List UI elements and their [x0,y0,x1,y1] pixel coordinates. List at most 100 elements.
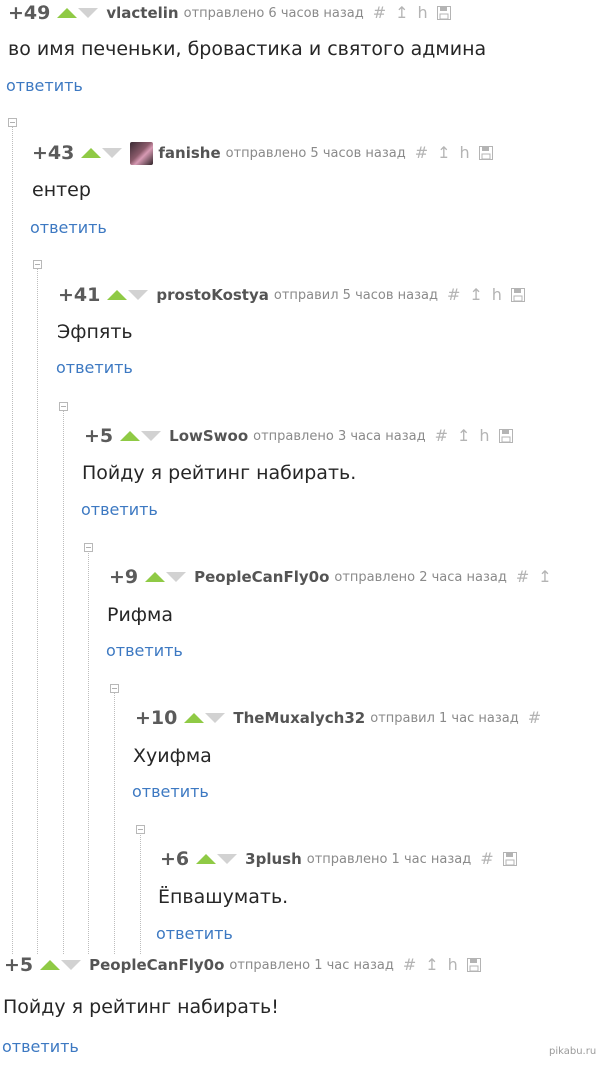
comment-header: +9 PeopleCanFly0o отправлено 2 часа наза… [109,564,598,590]
thread-line [12,124,13,954]
comment-header: +5 LowSwoo отправлено 3 часа назад # ↥ h [84,423,598,449]
comment-rating: +49 [8,2,51,24]
hash-icon[interactable]: # [528,710,541,726]
comment-meta: отправлено 5 часов назад [225,145,406,161]
collapse-toggle[interactable] [136,825,145,834]
comment-author[interactable]: PeopleCanFly0o [194,568,329,586]
hash-icon[interactable]: # [435,428,448,444]
comment-rating: +9 [109,566,139,588]
hash-icon[interactable]: # [403,957,416,973]
vote-down-icon[interactable] [128,290,149,300]
vote-up-icon[interactable] [120,431,141,441]
comment-header: +5 PeopleCanFly0o отправлено 1 час назад… [4,952,598,978]
comment-rating: +6 [160,848,190,870]
collapse-toggle[interactable] [33,260,42,269]
reply-link[interactable]: ответить [2,1037,79,1056]
hash-icon[interactable]: # [447,287,460,303]
vote-down-icon[interactable] [141,431,162,441]
branch-icon[interactable]: h [492,287,502,303]
vote-down-icon[interactable] [78,8,99,18]
comment-meta: отправил 5 часов назад [273,287,438,303]
comment-text: Хуифма [133,745,212,767]
vote-up-icon[interactable] [145,572,166,582]
save-icon[interactable] [502,852,517,866]
collapse-toggle[interactable] [8,118,17,127]
hash-icon[interactable]: # [373,5,386,21]
arrow-up-icon[interactable]: ↥ [437,145,450,161]
comment-meta: отправлено 3 часа назад [253,428,426,444]
comment-rating: +5 [84,425,114,447]
save-icon[interactable] [436,6,451,20]
thread-line [88,549,89,954]
arrow-up-icon[interactable]: ↥ [425,957,438,973]
collapse-toggle[interactable] [84,543,93,552]
save-icon[interactable] [498,429,513,443]
thread-line [114,690,115,954]
comment-meta: отправлено 1 час назад [229,957,394,973]
comment-author[interactable]: fanishe [158,144,220,162]
save-icon[interactable] [466,958,481,972]
arrow-up-icon[interactable]: ↥ [457,428,470,444]
collapse-toggle[interactable] [110,684,119,693]
watermark: pikabu.ru [549,1046,597,1057]
comment-header: +41 prostoKostya отправил 5 часов назад … [58,282,598,308]
comment-actions: # ↥ [516,569,552,585]
thread-line [63,408,64,954]
avatar[interactable] [130,141,154,165]
reply-link[interactable]: ответить [30,218,107,237]
branch-icon[interactable]: h [448,957,458,973]
vote-up-icon[interactable] [57,8,78,18]
comment-text: Пойду я рейтинг набирать! [3,996,279,1018]
reply-link[interactable]: ответить [156,924,233,943]
comment-actions: # ↥ h [447,287,525,303]
vote-up-icon[interactable] [81,148,102,158]
comment-rating: +41 [58,284,101,306]
comment-header: +6 3plush отправлено 1 час назад # [160,846,598,872]
reply-link[interactable]: ответить [132,782,209,801]
vote-up-icon[interactable] [107,290,128,300]
thread-line [37,266,38,954]
comment-actions: # [528,710,541,726]
save-icon[interactable] [510,288,525,302]
branch-icon[interactable]: h [460,145,470,161]
branch-icon[interactable]: h [479,428,489,444]
collapse-toggle[interactable] [59,402,68,411]
vote-up-icon[interactable] [184,713,205,723]
comment-author[interactable]: 3plush [245,850,302,868]
reply-link[interactable]: ответить [81,500,158,519]
comment-author[interactable]: vlactelin [106,4,178,22]
vote-down-icon[interactable] [217,854,238,864]
comment-author[interactable]: prostoKostya [156,286,269,304]
comment-rating: +5 [4,954,34,976]
save-icon[interactable] [478,146,493,160]
arrow-up-icon[interactable]: ↥ [395,5,408,21]
reply-link[interactable]: ответить [56,358,133,377]
comment-header: +10 TheMuxalych32 отправил 1 час назад # [135,705,598,731]
comment-author[interactable]: PeopleCanFly0o [89,956,224,974]
comment-header: +43 fanishe отправлено 5 часов назад # ↥… [32,140,598,166]
comment-header: +49 vlactelin отправлено 6 часов назад #… [8,0,598,26]
reply-link[interactable]: ответить [6,76,83,95]
comment-author[interactable]: LowSwoo [169,427,248,445]
hash-icon[interactable]: # [480,851,493,867]
vote-down-icon[interactable] [166,572,187,582]
comment-author[interactable]: TheMuxalych32 [233,709,365,727]
comment-actions: # ↥ h [373,5,451,21]
comment-meta: отправлено 6 часов назад [183,5,364,21]
vote-up-icon[interactable] [40,960,61,970]
hash-icon[interactable]: # [516,569,529,585]
comment-text: Эфпять [57,321,133,343]
vote-down-icon[interactable] [205,713,226,723]
comment-actions: # ↥ h [403,957,481,973]
comment-rating: +43 [32,142,75,164]
arrow-up-icon[interactable]: ↥ [538,569,551,585]
vote-down-icon[interactable] [61,960,82,970]
hash-icon[interactable]: # [415,145,428,161]
reply-link[interactable]: ответить [106,641,183,660]
vote-up-icon[interactable] [196,854,217,864]
vote-down-icon[interactable] [102,148,123,158]
comment-meta: отправил 1 час назад [370,710,519,726]
branch-icon[interactable]: h [418,5,428,21]
comment-actions: # ↥ h [415,145,493,161]
arrow-up-icon[interactable]: ↥ [469,287,482,303]
